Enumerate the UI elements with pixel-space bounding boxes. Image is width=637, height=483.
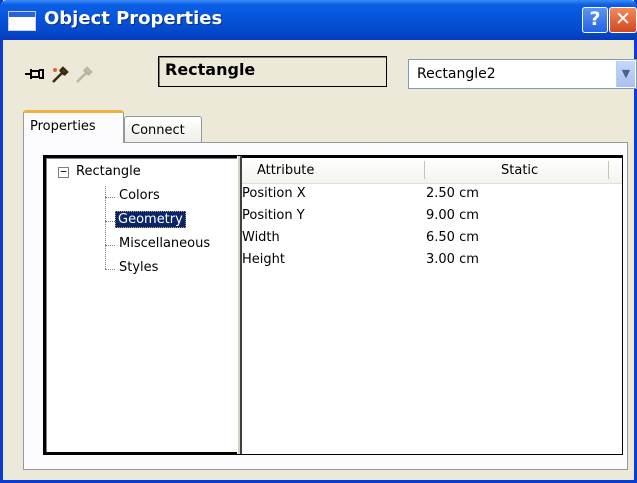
help-icon: ?	[589, 8, 601, 30]
tree-connector	[105, 197, 115, 198]
attribute-grid: Attribute Static Position X 2.50 cm Posi…	[242, 156, 622, 454]
tree-connector	[105, 221, 115, 222]
grid-attribute-cell[interactable]: Height	[242, 252, 285, 267]
column-divider[interactable]	[424, 161, 425, 179]
pin-icon[interactable]	[25, 65, 47, 87]
close-button[interactable]: ✕	[609, 7, 637, 33]
grid-header: Attribute Static	[242, 158, 622, 184]
grid-value-cell[interactable]: 2.50 cm	[426, 186, 479, 201]
tree-item-miscellaneous[interactable]: Miscellaneous	[119, 236, 210, 251]
tree-connector	[105, 245, 115, 246]
chevron-down-icon[interactable]: ▼	[616, 61, 635, 87]
tree-connector	[105, 186, 106, 269]
object-name-select[interactable]: Rectangle2 ▼	[408, 59, 637, 89]
window-title: Object Properties	[44, 8, 223, 29]
grid-attribute-cell[interactable]: Position Y	[242, 208, 305, 223]
grid-attribute-cell[interactable]: Position X	[242, 186, 306, 201]
tree-item-colors[interactable]: Colors	[119, 188, 160, 203]
help-button[interactable]: ?	[582, 7, 608, 33]
title-bar[interactable]: Object Properties ? ✕	[0, 0, 637, 40]
tab-properties[interactable]: Properties	[23, 110, 124, 143]
close-icon: ✕	[615, 8, 631, 30]
column-header-attribute[interactable]: Attribute	[257, 163, 314, 178]
grid-attribute-cell[interactable]: Width	[242, 230, 280, 245]
object-name-value: Rectangle2	[417, 66, 496, 82]
properties-panel: − Rectangle Colors Geometry Miscellaneou…	[23, 142, 628, 470]
grid-value-cell[interactable]: 6.50 cm	[426, 230, 479, 245]
object-properties-window: Object Properties ? ✕ Rectangle Rectangl…	[0, 0, 637, 483]
grid-value-cell[interactable]: 3.00 cm	[426, 252, 479, 267]
tree-item-geometry[interactable]: Geometry	[115, 211, 186, 228]
object-tree: − Rectangle Colors Geometry Miscellaneou…	[44, 156, 237, 454]
column-header-static[interactable]: Static	[501, 163, 538, 178]
properties-content: − Rectangle Colors Geometry Miscellaneou…	[43, 155, 623, 455]
tree-item-rectangle[interactable]: Rectangle	[76, 164, 141, 179]
minus-icon[interactable]: −	[58, 166, 69, 178]
tree-connector	[105, 269, 115, 270]
color-picker-disabled-icon	[74, 65, 94, 89]
tree-item-styles[interactable]: Styles	[119, 260, 158, 275]
object-type-label: Rectangle	[158, 56, 387, 87]
column-divider[interactable]	[608, 161, 609, 179]
grid-value-cell[interactable]: 9.00 cm	[426, 208, 479, 223]
color-picker-icon[interactable]	[50, 65, 70, 89]
toolbar: Rectangle Rectangle2 ▼	[3, 40, 637, 106]
window-icon	[8, 11, 36, 31]
